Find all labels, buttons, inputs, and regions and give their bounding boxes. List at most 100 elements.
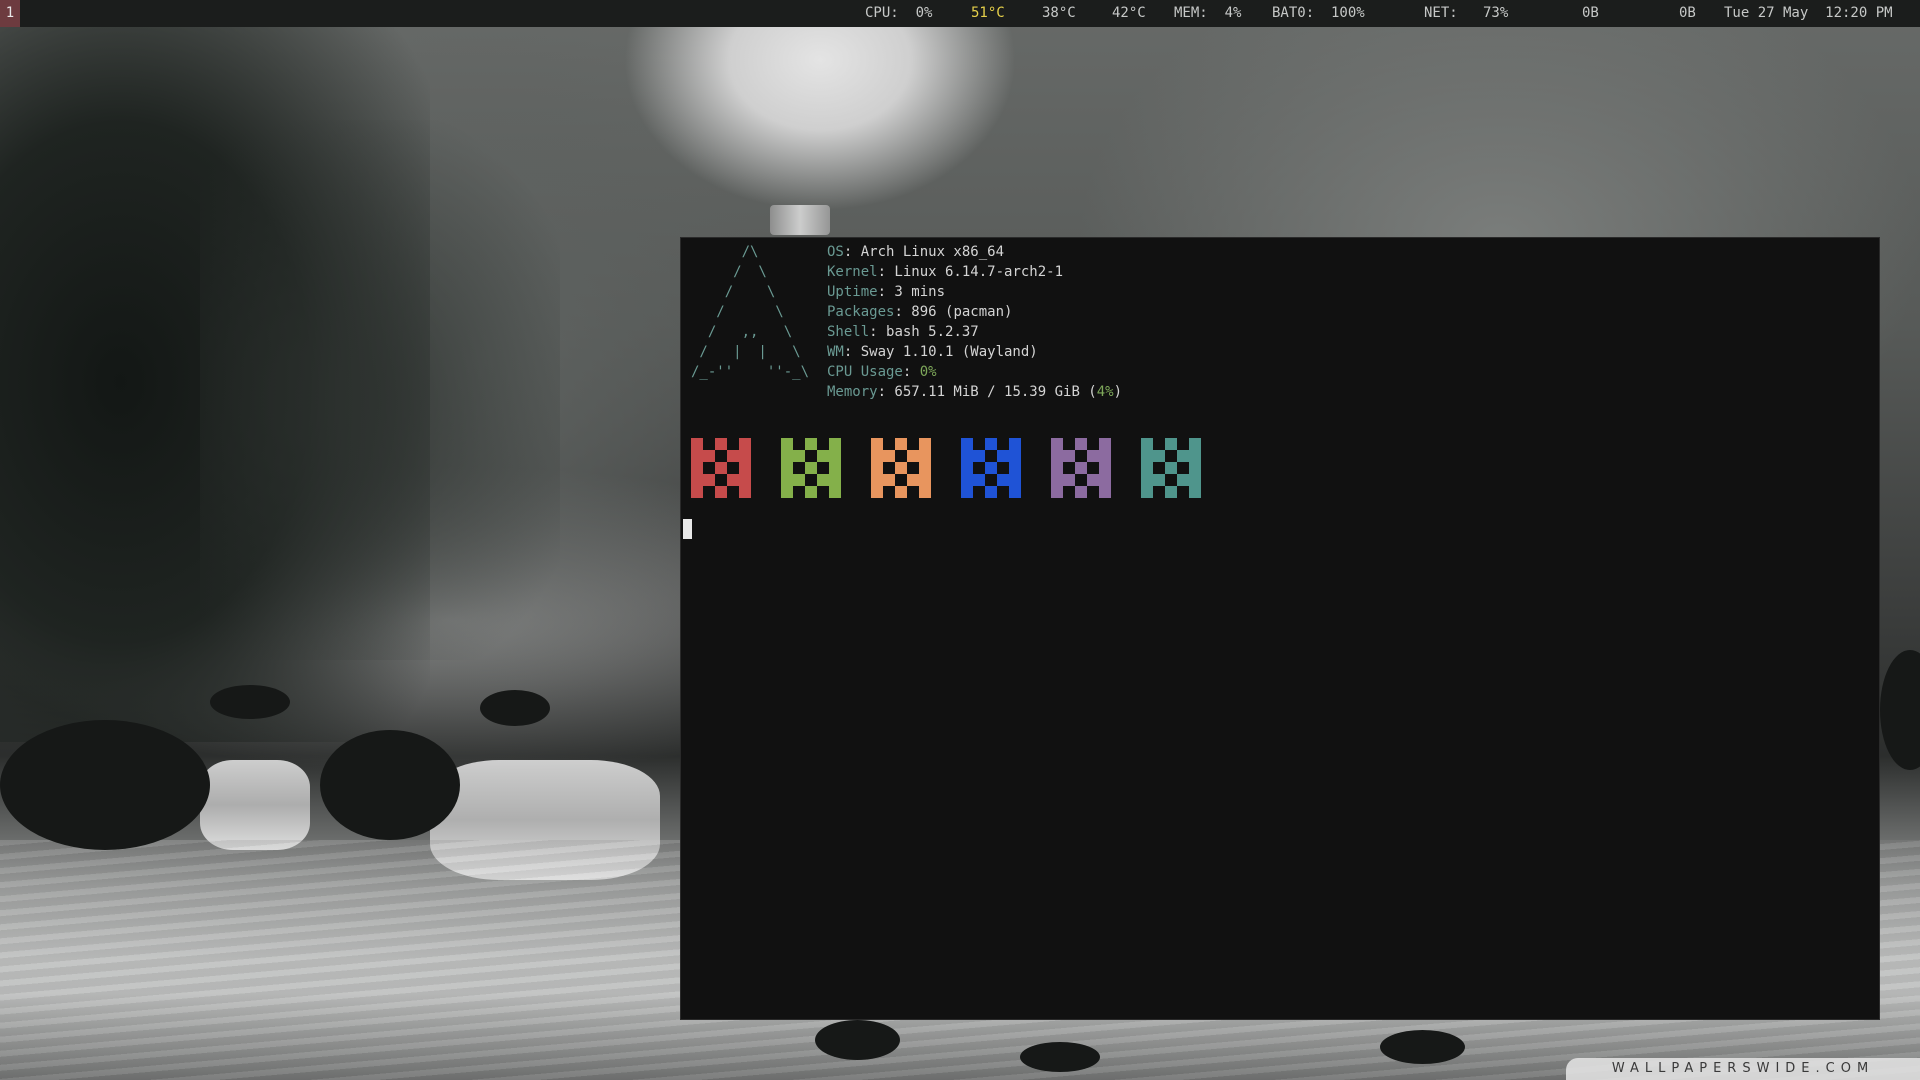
color-cell bbox=[739, 462, 751, 474]
color-cell bbox=[1153, 474, 1165, 486]
color-cell bbox=[703, 450, 715, 462]
wallpaper-rock bbox=[210, 685, 290, 719]
info-row: Uptime: 3 mins bbox=[827, 282, 1122, 302]
color-cell bbox=[1189, 486, 1201, 498]
color-cell bbox=[1099, 474, 1111, 486]
wallpaper-rock bbox=[1020, 1042, 1100, 1072]
color-cell bbox=[919, 474, 931, 486]
color-cell bbox=[1087, 450, 1099, 462]
color-cell bbox=[817, 450, 829, 462]
color-cell bbox=[691, 486, 703, 498]
color-cell bbox=[817, 474, 829, 486]
wallpaper-watermark: WALLPAPERSWIDE.COM bbox=[1566, 1058, 1920, 1080]
wallpaper-cascade bbox=[200, 760, 310, 850]
color-cell bbox=[781, 462, 793, 474]
info-row: CPU Usage: 0% bbox=[827, 362, 1122, 382]
color-cell bbox=[895, 486, 907, 498]
color-cell bbox=[805, 486, 817, 498]
color-cell bbox=[781, 438, 793, 450]
network-status: NET: 73% bbox=[1424, 5, 1509, 21]
wallpaper-rock bbox=[0, 720, 210, 850]
color-cell bbox=[985, 462, 997, 474]
color-cell bbox=[961, 474, 973, 486]
workspace-button-1[interactable]: 1 bbox=[0, 0, 20, 27]
color-cell bbox=[961, 438, 973, 450]
info-row: Packages: 896 (pacman) bbox=[827, 302, 1122, 322]
color-cell bbox=[1051, 462, 1063, 474]
info-value: : Arch Linux x86_64 bbox=[843, 244, 1005, 260]
color-cell bbox=[1141, 438, 1153, 450]
wallpaper-forest bbox=[200, 120, 560, 660]
cpu-usage: CPU: 0% bbox=[865, 5, 933, 21]
info-key: CPU Usage bbox=[827, 364, 903, 380]
color-cell bbox=[829, 462, 841, 474]
color-cell bbox=[895, 462, 907, 474]
temperature-sensor-2: 38°C bbox=[1042, 5, 1076, 21]
wallpaper-rock bbox=[480, 690, 550, 726]
color-cell bbox=[1141, 462, 1153, 474]
color-cell bbox=[1051, 474, 1063, 486]
color-swatch bbox=[691, 438, 755, 498]
memory-usage: MEM: 4% bbox=[1174, 5, 1242, 21]
color-cell bbox=[1141, 486, 1153, 498]
color-cell bbox=[1165, 438, 1177, 450]
color-cell bbox=[871, 462, 883, 474]
color-cell bbox=[871, 474, 883, 486]
color-cell bbox=[997, 474, 1009, 486]
color-cell bbox=[973, 474, 985, 486]
color-cell bbox=[1177, 450, 1189, 462]
info-key: Kernel bbox=[827, 264, 878, 280]
temperature-sensor-3: 42°C bbox=[1112, 5, 1146, 21]
color-cell bbox=[1075, 462, 1087, 474]
color-cell bbox=[727, 474, 739, 486]
wallpaper-waterfall bbox=[770, 205, 830, 235]
color-cell bbox=[1189, 450, 1201, 462]
color-cell bbox=[961, 450, 973, 462]
color-cell bbox=[1165, 462, 1177, 474]
color-cell bbox=[1099, 438, 1111, 450]
wallpaper-rock bbox=[815, 1020, 900, 1060]
color-cell bbox=[871, 450, 883, 462]
color-cell bbox=[691, 438, 703, 450]
info-row: WM: Sway 1.10.1 (Wayland) bbox=[827, 342, 1122, 362]
fastfetch-info: OS: Arch Linux x86_64 Kernel: Linux 6.14.… bbox=[827, 242, 1122, 402]
color-cell bbox=[715, 486, 727, 498]
color-cell bbox=[703, 474, 715, 486]
color-cell bbox=[1009, 450, 1021, 462]
color-cell bbox=[739, 438, 751, 450]
color-cell bbox=[739, 486, 751, 498]
terminal-window[interactable]: /\ / \ / \ / \ / ,, \ / | | \ /_-'' ''-_… bbox=[680, 237, 1880, 1020]
color-cell bbox=[919, 462, 931, 474]
color-cell bbox=[895, 438, 907, 450]
color-cell bbox=[1153, 450, 1165, 462]
color-cell bbox=[739, 450, 751, 462]
color-cell bbox=[1051, 486, 1063, 498]
color-cell bbox=[919, 438, 931, 450]
color-cell bbox=[1075, 438, 1087, 450]
color-cell bbox=[829, 438, 841, 450]
terminal-cursor bbox=[683, 519, 692, 539]
color-cell bbox=[919, 486, 931, 498]
color-cell bbox=[1051, 450, 1063, 462]
color-cell bbox=[739, 474, 751, 486]
info-row: Memory: 657.11 MiB / 15.39 GiB (4%) bbox=[827, 382, 1122, 402]
color-cell bbox=[781, 450, 793, 462]
color-cell bbox=[1099, 462, 1111, 474]
info-value-tail: ) bbox=[1113, 384, 1123, 400]
info-row: Shell: bash 5.2.37 bbox=[827, 322, 1122, 342]
color-cell bbox=[1075, 486, 1087, 498]
color-cell bbox=[829, 474, 841, 486]
info-key: OS bbox=[827, 244, 844, 260]
color-swatch bbox=[961, 438, 1025, 498]
color-cell bbox=[1165, 486, 1177, 498]
color-swatch bbox=[1051, 438, 1115, 498]
color-cell bbox=[1189, 462, 1201, 474]
color-cell bbox=[871, 438, 883, 450]
color-cell bbox=[781, 474, 793, 486]
color-cell bbox=[1177, 474, 1189, 486]
color-cell bbox=[1009, 486, 1021, 498]
color-cell bbox=[997, 450, 1009, 462]
info-key: Uptime bbox=[827, 284, 878, 300]
info-value: : Sway 1.10.1 (Wayland) bbox=[843, 344, 1038, 360]
info-value: : Linux 6.14.7-arch2-1 bbox=[877, 264, 1064, 280]
